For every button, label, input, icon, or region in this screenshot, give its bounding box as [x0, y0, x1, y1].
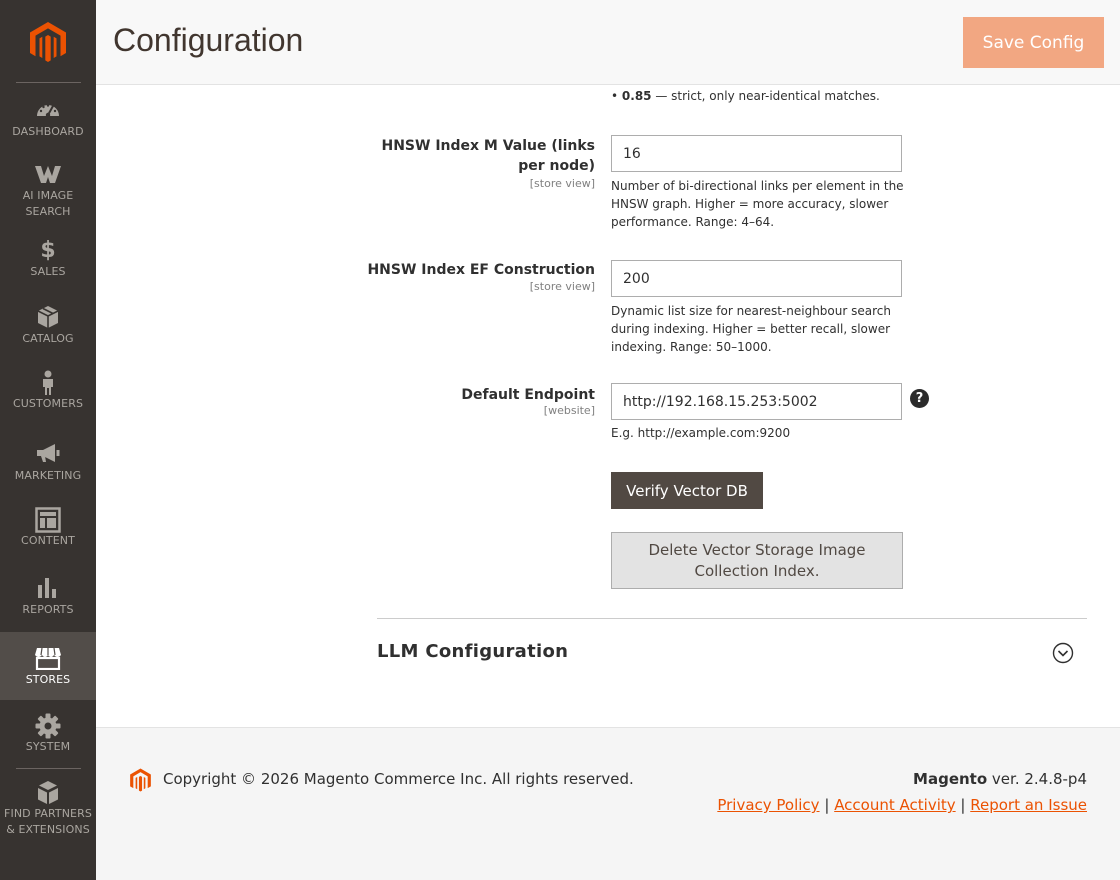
- sidebar-item-content[interactable]: CONTENT: [0, 507, 96, 553]
- sidebar-divider: [16, 768, 81, 769]
- endpoint-input[interactable]: [611, 383, 902, 420]
- megaphone-icon: [0, 442, 96, 468]
- sidebar-item-label: CONTENT: [21, 534, 75, 547]
- save-config-button[interactable]: Save Config: [963, 17, 1104, 68]
- page-header: Configuration Save Config: [96, 0, 1120, 85]
- boxes-icon: [0, 780, 96, 806]
- similarity-note: • 0.85 — strict, only near-identical mat…: [611, 89, 880, 103]
- link-separator: |: [824, 796, 830, 814]
- sidebar-item-catalog[interactable]: CATALOG: [0, 305, 96, 351]
- sidebar-item-system[interactable]: SYSTEM: [0, 713, 96, 757]
- endpoint-label: Default Endpoint: [461, 387, 595, 403]
- admin-sidebar: DASHBOARD AI IMAGE SEARCH $ SALES CATALO…: [0, 0, 96, 880]
- sidebar-item-reports[interactable]: REPORTS: [0, 576, 96, 620]
- verify-vector-db-button[interactable]: Verify Vector DB: [611, 472, 763, 509]
- footer-links: Privacy Policy | Account Activity | Repo…: [717, 796, 1087, 814]
- magento-logo-icon[interactable]: [28, 21, 68, 63]
- page-title: Configuration: [113, 22, 304, 58]
- copyright-text: Copyright © 2026 Magento Commerce Inc. A…: [163, 770, 634, 788]
- hnsw-ef-input[interactable]: [611, 260, 902, 297]
- version-number: ver. 2.4.8-p4: [987, 770, 1087, 788]
- similarity-note-value: 0.85: [621, 89, 652, 103]
- sidebar-item-label: MARKETING: [14, 469, 82, 482]
- hnsw-ef-scope: [store view]: [529, 280, 595, 293]
- delete-vector-index-button[interactable]: Delete Vector Storage Image Collection I…: [611, 532, 903, 589]
- box-icon: [0, 305, 96, 331]
- hnsw-ef-note: Dynamic list size for nearest-neighbour …: [611, 304, 891, 354]
- sidebar-item-ai-image-search[interactable]: AI IMAGE SEARCH: [0, 162, 96, 220]
- bar-chart-icon: [0, 576, 96, 602]
- sidebar-item-label: AI IMAGE SEARCH: [22, 189, 74, 218]
- dollar-icon: $: [40, 238, 56, 263]
- endpoint-note: E.g. http://example.com:9200: [611, 426, 791, 440]
- layout-icon: [0, 507, 96, 533]
- hnsw-m-scope: [store view]: [529, 177, 595, 190]
- sidebar-item-label: CATALOG: [22, 332, 74, 345]
- llm-configuration-section-title[interactable]: LLM Configuration: [377, 641, 568, 662]
- config-form: • 0.85 — strict, only near-identical mat…: [96, 86, 1120, 727]
- person-icon: [0, 370, 96, 396]
- sidebar-item-find-partners[interactable]: FIND PARTNERS & EXTENSIONS: [0, 780, 96, 840]
- hnsw-m-note: Number of bi-directional links per eleme…: [611, 179, 904, 229]
- help-icon[interactable]: ?: [910, 389, 929, 408]
- similarity-note-text: — strict, only near-identical matches.: [651, 89, 880, 103]
- hnsw-m-input[interactable]: [611, 135, 902, 172]
- sidebar-item-stores[interactable]: STORES: [0, 632, 96, 700]
- version-text: Magento ver. 2.4.8-p4: [913, 770, 1087, 788]
- report-issue-link[interactable]: Report an Issue: [970, 796, 1087, 814]
- sidebar-item-label: SALES: [30, 265, 66, 278]
- section-divider: [377, 618, 1087, 619]
- sidebar-item-customers[interactable]: CUSTOMERS: [0, 370, 96, 418]
- sidebar-item-label: REPORTS: [22, 603, 74, 616]
- page-footer: Copyright © 2026 Magento Commerce Inc. A…: [96, 727, 1120, 880]
- sidebar-divider: [16, 82, 81, 83]
- account-activity-link[interactable]: Account Activity: [834, 796, 955, 814]
- sidebar-item-label: SYSTEM: [25, 740, 71, 753]
- sidebar-item-label: CUSTOMERS: [12, 397, 84, 410]
- brand-name: Magento: [913, 770, 988, 788]
- hnsw-ef-label: HNSW Index EF Construction: [367, 262, 595, 278]
- storefront-icon: [0, 646, 96, 672]
- chevron-down-icon[interactable]: [1052, 642, 1074, 664]
- sidebar-item-label: STORES: [25, 673, 71, 686]
- dashboard-icon: [0, 98, 96, 124]
- endpoint-scope: [website]: [543, 404, 595, 417]
- gear-icon: [0, 713, 96, 739]
- hnsw-m-label: HNSW Index M Value (links per node): [381, 138, 596, 174]
- link-separator: |: [960, 796, 966, 814]
- privacy-policy-link[interactable]: Privacy Policy: [717, 796, 819, 814]
- sidebar-item-label: DASHBOARD: [12, 125, 84, 138]
- sidebar-item-label: FIND PARTNERS & EXTENSIONS: [4, 807, 92, 836]
- magento-logo-icon: [129, 767, 152, 793]
- ai-image-search-icon: [0, 162, 96, 188]
- sidebar-item-sales[interactable]: $ SALES: [0, 238, 96, 282]
- sidebar-item-marketing[interactable]: MARKETING: [0, 442, 96, 486]
- sidebar-item-dashboard[interactable]: DASHBOARD: [0, 98, 96, 150]
